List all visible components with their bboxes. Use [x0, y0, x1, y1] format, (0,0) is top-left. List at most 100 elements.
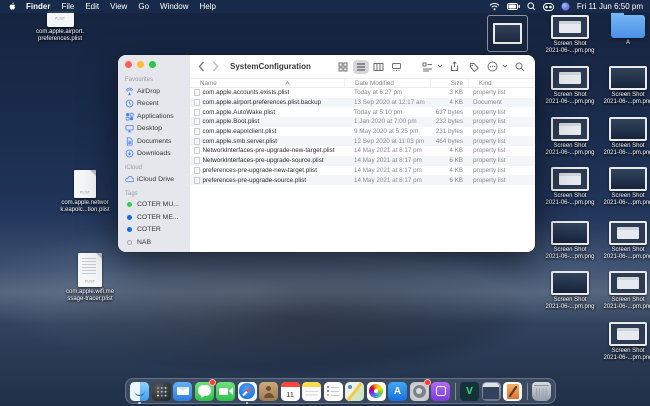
menu-go[interactable]: Go [138, 2, 149, 11]
menu-view[interactable]: View [110, 2, 127, 11]
desktop-icon-screenshot[interactable]: Screen Shot2021-06-...pm.png [541, 221, 599, 261]
column-view-button[interactable] [371, 60, 387, 74]
dock-maps-icon[interactable] [345, 382, 364, 401]
app-menus: Finder File Edit View Go Window Help [26, 2, 216, 11]
dock-minimized-window-icon[interactable] [482, 382, 501, 401]
dock-purple-app-icon[interactable] [431, 382, 450, 401]
desktop-icon-label: com.apple.wifi.message-tracer.plist [56, 289, 124, 303]
dock-messages-icon[interactable] [195, 382, 214, 401]
icon-view-button[interactable] [335, 60, 351, 74]
menu-bar-clock[interactable]: Fri 11 Jun 6:50 pm [577, 2, 643, 11]
desktop-icon-wifi-plist[interactable]: PLIST com.apple.wifi.message-tracer.plis… [56, 253, 124, 303]
sidebar-item-airdrop[interactable]: AirDrop [125, 85, 190, 98]
desktop-icon-screenshot[interactable]: Screen Shot2021-06-...pm.png [541, 167, 599, 207]
column-header-size[interactable]: Size [430, 79, 468, 87]
dock-calendar-icon[interactable]: 11 [281, 382, 300, 401]
dock-photos-icon[interactable] [367, 382, 386, 401]
sidebar-item-documents[interactable]: Documents [125, 135, 190, 148]
table-row[interactable]: com.apple.smb.server.plist12 Sep 2020 at… [190, 136, 535, 146]
desktop-icon-screenshot[interactable]: Screen Shot2021-06-...pm.png [599, 167, 650, 207]
screenshot-thumbnail [551, 221, 589, 245]
dock-notes-icon[interactable] [302, 382, 321, 401]
desktop-icon-screenshot[interactable]: Screen Shot2021-06-...pm.png [599, 221, 650, 261]
dock-trash-icon[interactable] [532, 382, 551, 401]
wifi-icon[interactable] [489, 2, 500, 11]
desktop-icon-screenshot[interactable]: Screen Shot2021-06-...pm.png [599, 66, 650, 106]
table-row[interactable]: com.apple.eapolclient.plist9 May 2020 at… [190, 127, 535, 137]
share-button[interactable] [447, 60, 462, 74]
battery-icon[interactable] [507, 3, 520, 10]
desktop-icon-screenshot[interactable]: Screen Shot2021-06-...pm.png [541, 66, 599, 106]
sidebar-tag-coter-me[interactable]: COTER ME... [125, 211, 190, 224]
zoom-button[interactable] [149, 61, 156, 68]
dock-launchpad-icon[interactable] [152, 382, 171, 401]
close-button[interactable] [125, 61, 132, 68]
dock-finder-icon[interactable] [130, 382, 149, 401]
dock-orange-document-icon[interactable] [503, 382, 522, 401]
control-center-icon[interactable] [543, 3, 554, 11]
file-name: com.apple.eapolclient.plist [203, 128, 277, 135]
menu-file[interactable]: File [61, 2, 74, 11]
dock-safari-icon[interactable] [238, 382, 257, 401]
tags-button[interactable] [466, 60, 481, 74]
dock-mail-icon[interactable] [173, 382, 192, 401]
minimize-button[interactable] [137, 61, 144, 68]
column-header-kind[interactable]: Kind [468, 79, 535, 87]
table-row[interactable]: preferences-pre-upgrade-source.plist14 M… [190, 175, 535, 185]
table-row[interactable]: com.apple.airport.preferences.plist.back… [190, 98, 535, 108]
table-row[interactable]: NetworkInterfaces-pre-upgrade-source.pli… [190, 156, 535, 166]
dock-reminders-icon[interactable] [324, 382, 343, 401]
siri-icon[interactable] [561, 2, 570, 11]
screenshot-thumbnail [551, 66, 589, 90]
desktop-icon-screenshot[interactable]: Screen Shot2021-06-...pm.png [599, 117, 650, 157]
spotlight-icon[interactable] [527, 2, 536, 11]
sidebar-item-applications[interactable]: Applications [125, 110, 190, 123]
desktop-icon-network-plist[interactable]: PLIST com.apple.network.eapolc...tion.pl… [51, 170, 119, 214]
desktop-icon-label: Screen Shot2021-06-...pm.png [541, 247, 599, 261]
menu-bar: Finder File Edit View Go Window Help Fri… [0, 0, 650, 13]
sidebar-tag-coter-mu[interactable]: COTER MU... [125, 199, 190, 212]
menu-finder[interactable]: Finder [26, 2, 50, 11]
table-row[interactable]: NetworkInterfaces-pre-upgrade-new-target… [190, 146, 535, 156]
desktop-icon-screenshot[interactable]: Screen Shot2021-06-...pm.png [541, 15, 599, 55]
screenshot-preview-thumbnail[interactable] [487, 15, 528, 52]
dock-contacts-icon[interactable] [259, 382, 278, 401]
column-header-date[interactable]: Date Modified [344, 79, 430, 87]
file-date: 14 May 2021 at 8:17 pm [344, 147, 430, 154]
table-row[interactable]: com.apple.AutoWake.plistToday at 5:10 pm… [190, 107, 535, 117]
forward-button[interactable] [210, 61, 220, 73]
desktop-icon-airport-plist[interactable]: PLIST com.apple.airport.preferences.plis… [26, 11, 94, 43]
menu-help[interactable]: Help [199, 2, 215, 11]
dock-system-preferences-icon[interactable] [410, 382, 429, 401]
sidebar-tag-nab[interactable]: NAB [125, 236, 190, 249]
search-button[interactable] [512, 60, 527, 74]
file-date: 12 Sep 2020 at 11:03 pm [344, 138, 430, 145]
desktop-icon-screenshot[interactable]: Screen Shot2021-06-...pm.png [599, 271, 650, 311]
desktop-icon-screenshot[interactable]: Screen Shot2021-06-...pm.png [541, 271, 599, 311]
dock-v-app-icon[interactable]: V [460, 382, 479, 401]
desktop-icon-screenshot[interactable]: Screen Shot2021-06-...pm.png [599, 322, 650, 362]
actions-chevron-icon [502, 64, 508, 69]
desktop-icon-folder-a[interactable]: A [599, 13, 650, 47]
back-button[interactable] [196, 61, 206, 73]
sidebar-item-desktop[interactable]: Desktop [125, 123, 190, 136]
table-row[interactable]: preferences-pre-upgrade-new-target.plist… [190, 166, 535, 176]
sidebar-item-downloads[interactable]: Downloads [125, 148, 190, 161]
sidebar-item-icloud-drive[interactable]: iCloud Drive [125, 173, 190, 186]
gallery-view-button[interactable] [389, 60, 405, 74]
actions-button[interactable] [485, 60, 500, 74]
apple-menu-icon[interactable] [7, 2, 16, 12]
group-button[interactable] [420, 60, 435, 74]
table-row[interactable]: com.apple.accounts.exists.plistToday at … [190, 88, 535, 98]
menu-edit[interactable]: Edit [85, 2, 99, 11]
sidebar-tag-coter[interactable]: COTER [125, 224, 190, 237]
dock-appstore-icon[interactable]: A [388, 382, 407, 401]
sidebar-item-label: Applications [137, 113, 174, 120]
column-header-name[interactable]: Name [190, 79, 344, 87]
desktop-icon-screenshot[interactable]: Screen Shot2021-06-...pm.png [541, 117, 599, 157]
table-row[interactable]: com.apple.Boot.plist1 Jan 2020 at 7:00 p… [190, 117, 535, 127]
menu-window[interactable]: Window [160, 2, 188, 11]
list-view-button[interactable] [353, 60, 369, 74]
sidebar-item-recent[interactable]: Recent [125, 98, 190, 111]
dock-facetime-icon[interactable] [216, 382, 235, 401]
